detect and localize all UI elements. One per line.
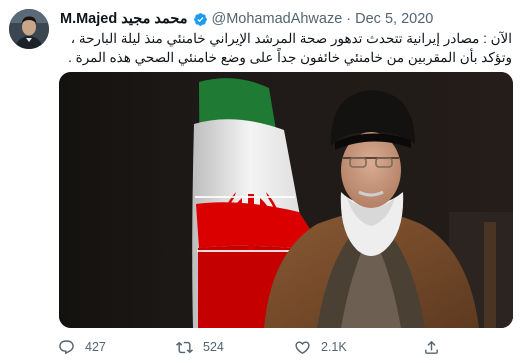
retweet-button[interactable]: 524 (176, 337, 224, 357)
display-name-latin[interactable]: M.Majed (60, 11, 117, 27)
tweet-photo[interactable] (59, 72, 513, 328)
reply-count: 427 (85, 340, 106, 354)
tweet-date[interactable]: Dec 5, 2020 (355, 11, 433, 27)
like-button[interactable]: 2.1K (294, 337, 347, 357)
author-display-name[interactable]: M.Majed محمد مجید (60, 11, 188, 27)
verified-badge-icon (193, 12, 208, 27)
tweet-header: M.Majed محمد مجید @MohamadAhwaze · Dec 5… (60, 9, 433, 29)
reply-icon (59, 339, 74, 354)
share-button[interactable] (423, 337, 440, 357)
tweet-card[interactable]: M.Majed محمد مجید @MohamadAhwaze · Dec 5… (0, 0, 522, 363)
author-avatar[interactable] (9, 9, 49, 49)
header-separator: · (346, 11, 352, 27)
tweet-actions: 427 524 2.1K (58, 337, 458, 357)
tweet-text-line: وتؤكد بأن المقربين من خامنئي خائفون جداً… (68, 50, 512, 65)
photo-image (59, 72, 513, 328)
avatar-image (9, 9, 49, 49)
like-count: 2.1K (321, 340, 347, 354)
author-handle[interactable]: @MohamadAhwaze (212, 11, 343, 27)
heart-icon (295, 340, 310, 354)
share-icon (425, 340, 438, 354)
tweet-text: الآن : مصادر إيرانية تتحدث تدهور صحة الم… (60, 29, 512, 67)
retweet-icon (176, 341, 193, 353)
display-name-arabic[interactable]: محمد مجید (121, 11, 187, 27)
tweet-text-line: الآن : مصادر إيرانية تتحدث تدهور صحة الم… (70, 31, 512, 46)
retweet-count: 524 (203, 340, 224, 354)
reply-button[interactable]: 427 (58, 337, 106, 357)
